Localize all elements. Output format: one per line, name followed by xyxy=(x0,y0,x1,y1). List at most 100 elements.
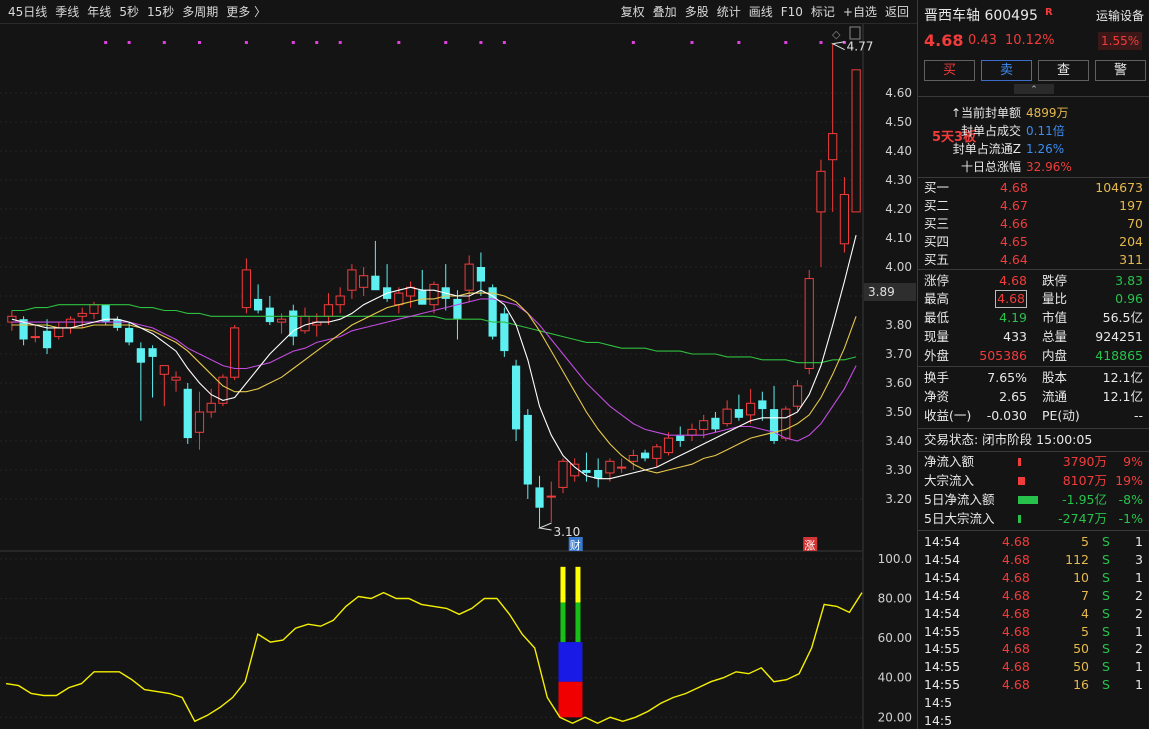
query-button[interactable]: 查 xyxy=(1038,60,1089,81)
tick-vol: 5 xyxy=(1081,534,1089,549)
candle-body xyxy=(42,330,52,349)
osc-tick-label: 20.00 xyxy=(878,710,912,724)
candle-body xyxy=(335,295,345,306)
tab-multi-period[interactable]: 多周期 xyxy=(178,0,222,24)
stats-button[interactable]: 统计 xyxy=(713,0,745,24)
candle-body xyxy=(89,304,99,314)
tick-side: S xyxy=(1102,534,1110,549)
price-tick-label: 3.70 xyxy=(885,347,912,361)
candle-body xyxy=(758,400,767,410)
tab-15sec[interactable]: 15秒 xyxy=(143,0,178,24)
multi-stock-button[interactable]: 多股 xyxy=(681,0,713,24)
tick-n: 1 xyxy=(1135,569,1143,585)
candle-body xyxy=(464,263,474,291)
f10-button[interactable]: F10 xyxy=(777,0,807,24)
sector-change-pct: 1.55% xyxy=(1098,32,1143,50)
mark-button[interactable]: 标记 xyxy=(807,0,839,24)
alert-button[interactable]: 警 xyxy=(1095,60,1146,81)
r-badge: R xyxy=(1045,7,1053,18)
tick-vol: 50 xyxy=(1073,659,1089,675)
draw-button[interactable]: 画线 xyxy=(745,0,777,24)
tick-row: 14:55 4.68 5 S 1 xyxy=(918,623,1149,641)
tick-n: 1 xyxy=(1135,659,1143,675)
tab-more[interactable]: 更多 〉 xyxy=(222,0,270,24)
ma-yellow-line xyxy=(11,292,857,474)
candle-body xyxy=(289,310,298,337)
tab-45day[interactable]: 45日线 xyxy=(4,0,51,24)
bid-row[interactable]: 买二 4.67 197 xyxy=(918,197,1149,215)
price-tick-label: 4.20 xyxy=(885,202,912,216)
price-tick-label: 3.40 xyxy=(885,434,912,448)
candle-body xyxy=(405,286,416,297)
candle-body xyxy=(206,402,216,413)
bid-row[interactable]: 买四 4.65 204 xyxy=(918,233,1149,251)
candle-body xyxy=(839,194,850,245)
tick-row: 14:54 4.68 4 S 2 xyxy=(918,605,1149,623)
tick-row: 14:54 4.68 10 S 1 xyxy=(918,569,1149,587)
tick-time: 14:54 xyxy=(924,534,961,549)
flow-bar xyxy=(1018,477,1026,485)
flow-pct: 9% xyxy=(1123,454,1143,469)
price-row: 4.68 0.43 10.12% 1.55% xyxy=(918,30,1149,52)
flow-value: -2747万 xyxy=(1058,511,1107,526)
osc-bar xyxy=(575,602,581,643)
tick-price: 4.68 xyxy=(1002,587,1030,603)
event-dot xyxy=(338,41,342,44)
candle-body xyxy=(359,275,369,288)
price-tick-label: 3.50 xyxy=(885,405,912,419)
high-label: 4.77 xyxy=(847,40,874,54)
flow-bar xyxy=(1018,458,1021,466)
tick-list[interactable]: 14:54 4.68 5 S 1 14:54 4.68 112 S 3 14:54 4.68 10 S 1 1… xyxy=(918,533,1149,729)
tab-5sec[interactable]: 5秒 xyxy=(115,0,143,24)
osc-bar xyxy=(560,602,566,643)
candle-body xyxy=(570,463,580,477)
candle-body xyxy=(511,365,521,430)
candle-body xyxy=(781,408,791,439)
stock-name-code[interactable]: 晋西车轴 600495 xyxy=(924,6,1038,26)
candle-body xyxy=(676,435,685,441)
candle-body xyxy=(851,69,861,213)
candle-body xyxy=(652,446,662,459)
tick-vol: 112 xyxy=(1065,551,1089,567)
event-dot xyxy=(502,41,506,44)
add-watchlist-button[interactable]: +自选 xyxy=(839,0,881,24)
event-dot xyxy=(479,41,483,44)
sell-button[interactable]: 卖 xyxy=(981,60,1032,81)
tick-time: 14:54 xyxy=(924,605,961,621)
back-button[interactable]: 返回 xyxy=(881,0,913,24)
last-price: 4.68 xyxy=(924,31,964,50)
overlay-button[interactable]: 叠加 xyxy=(649,0,681,24)
collapse-toggle[interactable]: ⌃ xyxy=(1014,84,1054,95)
limit-up-marker: 涨 xyxy=(804,539,815,552)
event-dot xyxy=(291,41,295,44)
event-dot xyxy=(819,41,823,44)
tick-price: 4.68 xyxy=(1002,677,1030,693)
event-dot xyxy=(397,41,401,44)
tick-time: 14:54 xyxy=(924,569,961,585)
candle-body xyxy=(183,388,192,439)
tab-season[interactable]: 季线 xyxy=(51,0,83,24)
osc-bar xyxy=(558,642,583,682)
event-dot xyxy=(690,41,694,44)
sector-name[interactable]: 运输设备 xyxy=(1096,6,1144,26)
bid-row[interactable]: 买五 4.64 311 xyxy=(918,251,1149,269)
price-tick-label: 3.30 xyxy=(885,463,912,477)
candle-body xyxy=(371,275,380,291)
tick-row: 14:54 4.68 5 S 1 xyxy=(918,533,1149,551)
bid-row[interactable]: 买一 4.68 104673 xyxy=(918,179,1149,197)
tick-side: S xyxy=(1102,659,1110,675)
adjust-button[interactable]: 复权 xyxy=(617,0,649,24)
event-dot xyxy=(104,41,108,44)
candle-body xyxy=(77,312,87,317)
bid-row[interactable]: 买三 4.66 70 xyxy=(918,215,1149,233)
kline-chart[interactable]: 4.604.504.404.304.204.104.003.903.803.70… xyxy=(0,24,917,729)
candle-body xyxy=(663,437,674,454)
event-dot xyxy=(737,41,741,44)
low-pointer xyxy=(537,522,552,531)
candle-body xyxy=(640,452,650,459)
buy-button[interactable]: 买 xyxy=(924,60,975,81)
candle-body xyxy=(194,411,205,433)
tick-side: S xyxy=(1102,587,1110,603)
tab-year[interactable]: 年线 xyxy=(83,0,115,24)
tick-time: 14:55 xyxy=(924,659,961,675)
